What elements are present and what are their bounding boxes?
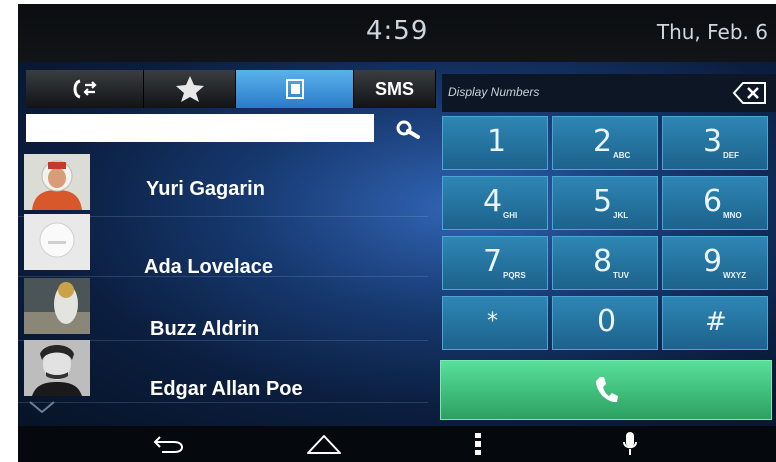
call-button[interactable]	[440, 360, 772, 420]
search-input[interactable]	[26, 114, 374, 142]
contact-row[interactable]: Ada Lovelace	[18, 214, 428, 278]
search-button[interactable]	[380, 114, 436, 146]
key-digit: 4	[483, 184, 503, 219]
key-letters: DEF	[723, 151, 739, 160]
search-icon	[396, 120, 420, 139]
avatar	[24, 340, 90, 396]
key-digit: *	[487, 309, 498, 334]
key-digit: 1	[487, 124, 507, 159]
dial-key-hash[interactable]: #	[662, 296, 768, 350]
key-digit: 5	[593, 184, 613, 219]
key-digit: 0	[597, 304, 617, 339]
phone-tabs: SMS	[26, 70, 436, 108]
key-digit: 3	[703, 124, 723, 159]
clock-date: Thu, Feb. 6	[656, 20, 768, 44]
dial-key-6[interactable]: 6 MNO	[662, 176, 768, 230]
tab-contacts[interactable]	[236, 70, 354, 108]
back-icon	[153, 436, 184, 453]
key-digit: 6	[703, 184, 723, 219]
main-area: SMS Yuri Gagarin Ada Lovelace Buzz Aldri…	[18, 62, 776, 426]
key-digit: 8	[593, 244, 613, 279]
dial-key-7[interactable]: 7 PQRS	[442, 236, 548, 290]
backspace-button[interactable]	[732, 80, 768, 106]
display-label: Display Numbers	[448, 85, 540, 99]
key-digit: 9	[703, 244, 723, 279]
dial-key-8[interactable]: 8 TUV	[552, 236, 658, 290]
key-letters: TUV	[613, 271, 629, 280]
tab-recent-calls[interactable]	[26, 70, 144, 108]
key-letters: PQRS	[503, 271, 526, 280]
chevron-down-icon	[29, 401, 55, 414]
placeholder-avatar	[24, 214, 90, 270]
scroll-down-button[interactable]	[28, 400, 56, 419]
dial-key-9[interactable]: 9 WXYZ	[662, 236, 768, 290]
contact-row[interactable]: Edgar Allan Poe	[18, 340, 428, 403]
contact-name: Yuri Gagarin	[146, 178, 265, 200]
dial-key-0[interactable]: 0	[552, 296, 658, 350]
tab-sms-label: SMS	[374, 78, 414, 99]
dial-key-2[interactable]: 2 ABC	[552, 116, 658, 170]
contacts-icon	[285, 79, 304, 99]
star-icon	[175, 76, 204, 102]
dial-key-5[interactable]: 5 JKL	[552, 176, 658, 230]
status-bar: 4:59 Thu, Feb. 6	[18, 4, 776, 63]
home-button[interactable]	[302, 426, 346, 462]
menu-icon	[475, 433, 481, 455]
dial-key-4[interactable]: 4 GHI	[442, 176, 548, 230]
recent-calls-icon	[72, 79, 97, 99]
key-letters: WXYZ	[723, 271, 747, 280]
key-letters: ABC	[613, 151, 631, 160]
phone-app-screen: 4:59 Thu, Feb. 6 SMS Yuri Gagarin Ada Lo…	[18, 4, 776, 462]
dial-key-3[interactable]: 3 DEF	[662, 116, 768, 170]
portrait-photo	[24, 340, 90, 396]
contact-name: Ada Lovelace	[144, 256, 273, 278]
contact-name: Edgar Allan Poe	[150, 378, 303, 400]
tab-sms[interactable]: SMS	[354, 70, 436, 108]
key-digit: #	[705, 307, 727, 337]
key-digit: 2	[593, 124, 613, 159]
contact-name: Buzz Aldrin	[150, 318, 260, 340]
contact-row[interactable]: Yuri Gagarin	[18, 154, 428, 217]
contact-row[interactable]: Buzz Aldrin	[18, 278, 428, 341]
dialpad: Display Numbers 1 2 ABC 3 DEF 4 GHI 5 JK…	[436, 70, 776, 422]
number-display: Display Numbers	[442, 74, 776, 112]
backspace-icon	[732, 82, 766, 104]
avatar	[24, 154, 90, 210]
dial-key-1[interactable]: 1	[442, 116, 548, 170]
avatar	[24, 278, 90, 334]
key-letters: GHI	[503, 211, 518, 220]
dial-key-star[interactable]: *	[442, 296, 548, 350]
menu-button[interactable]	[468, 426, 488, 462]
microphone-icon	[623, 432, 637, 455]
voice-button[interactable]	[618, 426, 642, 462]
search-bar	[26, 114, 436, 146]
avatar	[24, 214, 90, 270]
back-button[interactable]	[148, 426, 188, 462]
key-letters: MNO	[723, 211, 742, 220]
phone-icon	[596, 377, 618, 403]
home-icon	[307, 435, 341, 454]
nav-bar	[18, 426, 776, 462]
astronaut-photo	[24, 278, 90, 334]
key-digit: 7	[483, 244, 503, 279]
clock-time: 4:59	[366, 16, 429, 46]
key-letters: JKL	[613, 211, 629, 220]
tab-favorites[interactable]	[144, 70, 236, 108]
cosmonaut-photo	[24, 154, 90, 210]
